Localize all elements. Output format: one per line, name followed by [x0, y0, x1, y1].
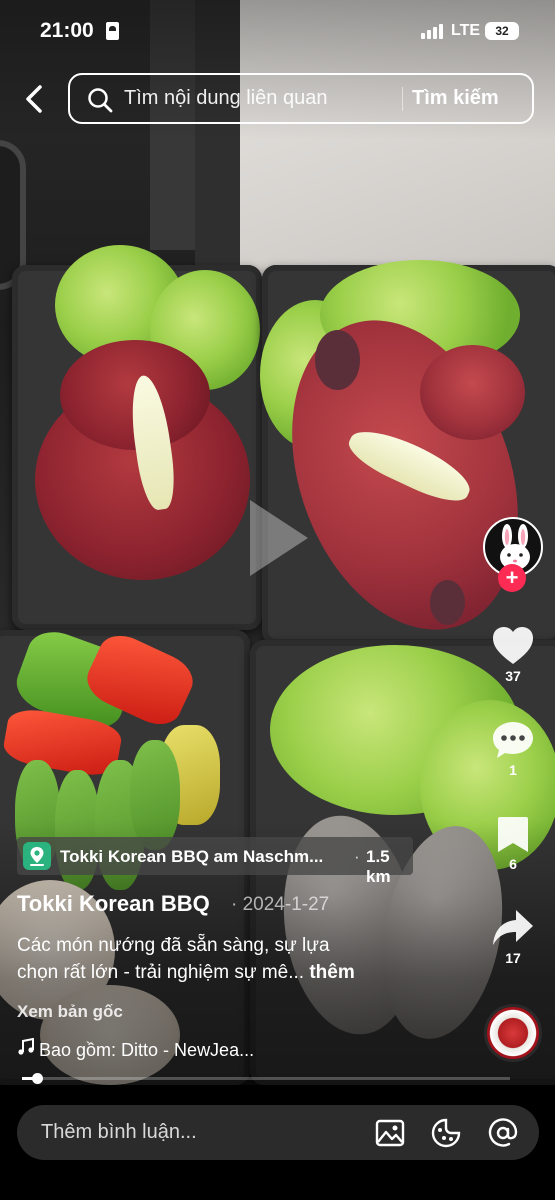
emoji-icon[interactable]: [431, 1118, 461, 1148]
comment-input[interactable]: [41, 1105, 361, 1160]
status-time: 21:00: [40, 19, 94, 42]
back-arrow-icon[interactable]: [22, 84, 48, 114]
rib-bone: [315, 330, 360, 390]
location-name: Tokki Korean BBQ am Naschm...: [60, 847, 324, 866]
video-progress-bar[interactable]: [22, 1073, 510, 1084]
status-bar: 21:00 LTE 32: [0, 0, 555, 62]
comment-button[interactable]: 1: [483, 720, 543, 778]
short-rib: [420, 345, 525, 440]
post-date: · 2024-1-27: [231, 894, 330, 915]
heart-icon: [493, 627, 533, 664]
search-icon: [88, 88, 113, 113]
share-count: 17: [505, 950, 521, 966]
battery-icon: 32: [485, 22, 519, 40]
caption-line: chọn rất lớn - trải nghiệm sự mê...: [17, 962, 305, 983]
comment-bubble-icon: [493, 722, 533, 758]
search-button[interactable]: Tìm kiếm: [412, 75, 499, 122]
music-row[interactable]: Bao gồm: Ditto - NewJea...: [17, 1038, 254, 1061]
like-button[interactable]: 37: [483, 626, 543, 684]
share-button[interactable]: 17: [483, 908, 543, 966]
at-mention-icon[interactable]: [488, 1118, 518, 1148]
music-disc[interactable]: [484, 1004, 542, 1062]
bookmark-icon: [498, 817, 528, 852]
share-arrow-icon: [493, 910, 533, 945]
save-button[interactable]: 6: [483, 816, 543, 872]
image-icon[interactable]: [375, 1118, 405, 1148]
save-count: 6: [509, 856, 517, 872]
location-pin-icon: [23, 842, 51, 870]
comment-count: 1: [509, 762, 517, 778]
video-frame[interactable]: [0, 0, 555, 1085]
rib-bone: [430, 580, 465, 625]
like-count: 37: [505, 668, 521, 684]
caption-line-truncated: chọn rất lớn - trải nghiệm sự mê... thêm: [17, 959, 417, 986]
play-indicator-icon: [250, 500, 308, 576]
search-bar[interactable]: Tìm kiếm: [68, 73, 534, 124]
search-divider: [402, 87, 403, 111]
music-note-icon: [18, 1038, 34, 1055]
progress-knob[interactable]: [31, 1073, 43, 1084]
more-link[interactable]: thêm: [309, 962, 354, 983]
location-separator: ·: [354, 847, 360, 866]
search-input[interactable]: [124, 75, 396, 122]
author-name[interactable]: Tokki Korean BBQ: [17, 891, 210, 917]
music-title: Bao gồm: Ditto - NewJea...: [39, 1040, 255, 1060]
comment-box[interactable]: [17, 1105, 539, 1160]
screen-record-icon: [106, 22, 119, 40]
comment-area: [0, 1085, 555, 1200]
location-chip[interactable]: Tokki Korean BBQ am Naschm... · 1.5 km: [17, 837, 413, 886]
follow-button[interactable]: +: [498, 564, 526, 592]
caption-line: Các món nướng đã sẵn sàng, sự lựa: [17, 935, 330, 956]
signal-icon: [421, 23, 447, 39]
location-distance: 1.5 km: [366, 847, 391, 886]
caption[interactable]: Các món nướng đã sẵn sàng, sự lựa chọn r…: [17, 932, 417, 986]
network-type: LTE: [451, 22, 481, 39]
see-original-link[interactable]: Xem bản gốc: [17, 1002, 123, 1022]
